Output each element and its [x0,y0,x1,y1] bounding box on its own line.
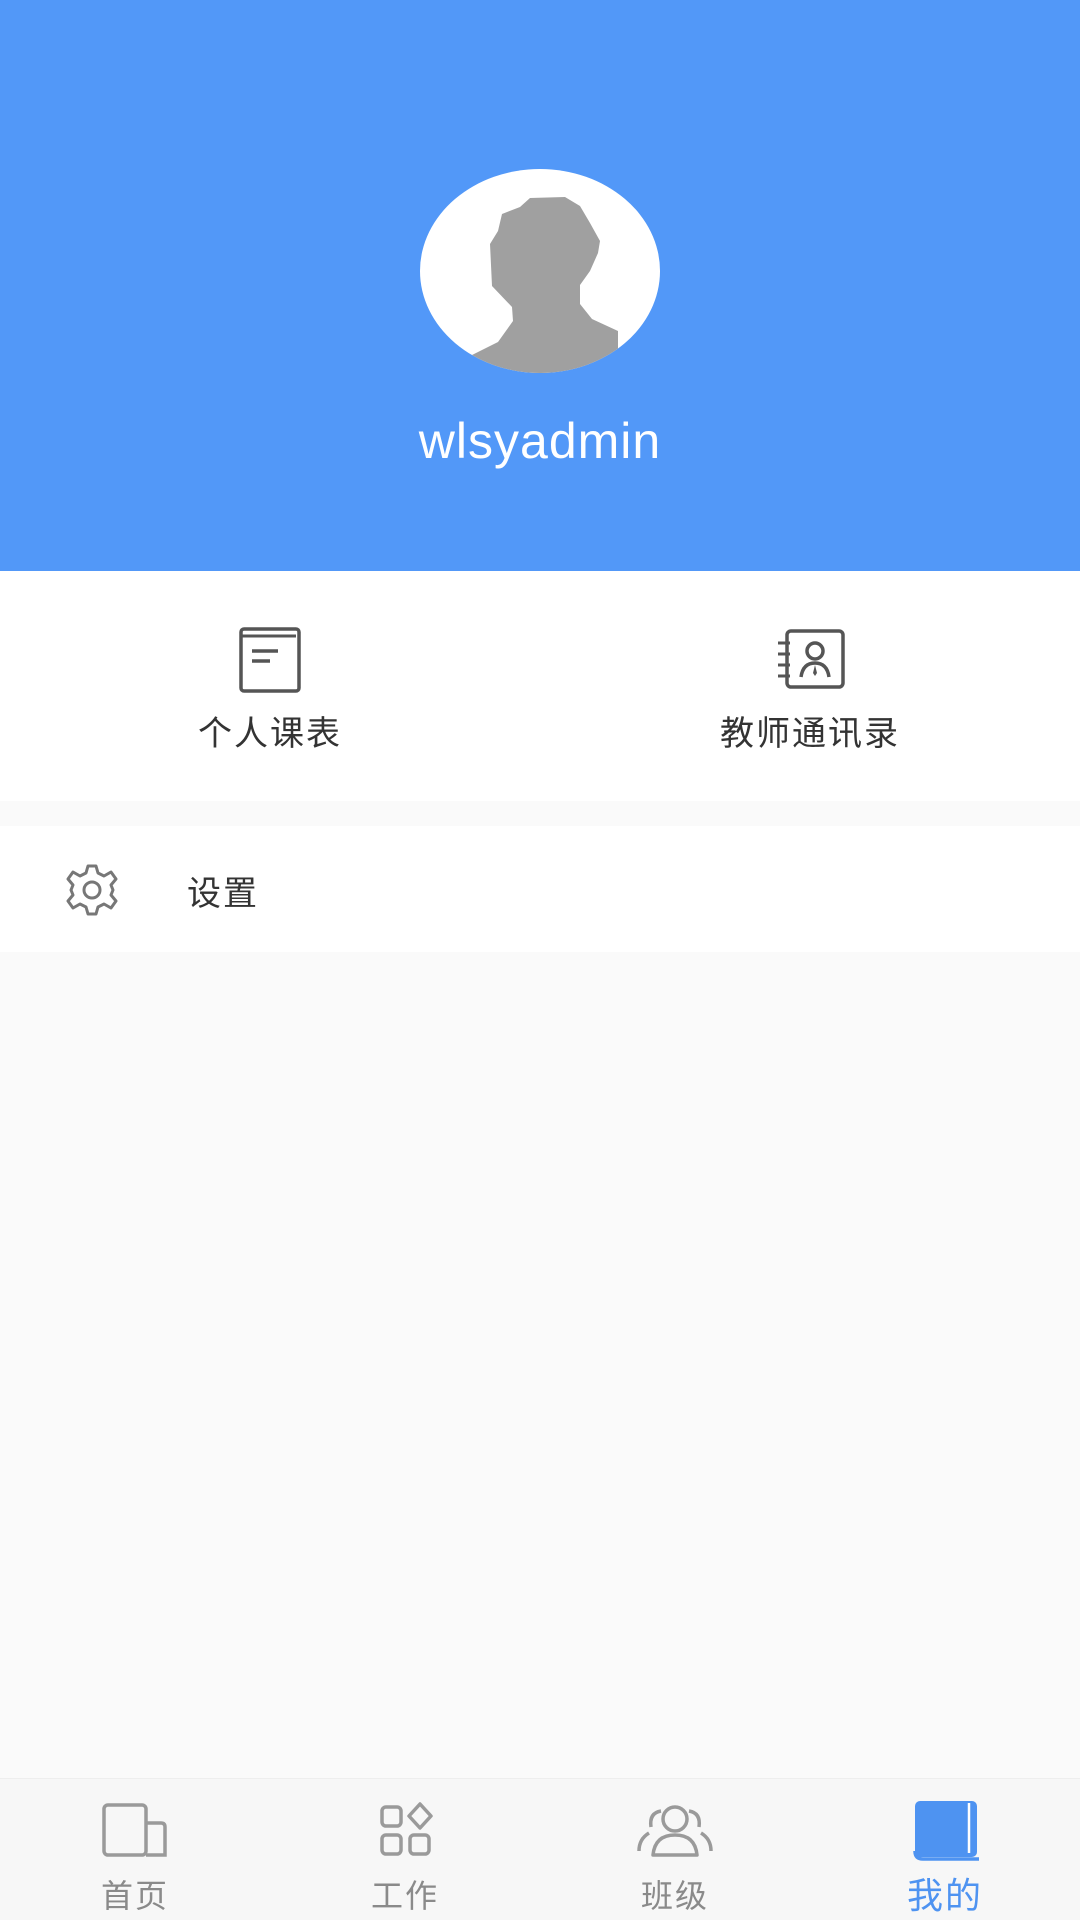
tab-label: 首页 [100,1877,169,1915]
quick-link-label: 个人课表 [198,714,342,754]
home-icon [95,1799,175,1863]
tab-label: 班级 [640,1877,709,1915]
default-avatar-icon [472,197,618,373]
bottom-tab-bar: 首页 工作 班级 我的 [0,1778,1080,1920]
quick-link-timetable[interactable]: 个人课表 [0,571,540,801]
tab-label: 我的 [906,1876,983,1917]
tab-class[interactable]: 班级 [540,1779,810,1920]
timetable-icon [230,621,310,701]
tab-label: 工作 [370,1877,439,1915]
tab-work[interactable]: 工作 [270,1779,540,1920]
quick-links: 个人课表 教师通讯录 [0,571,1080,801]
settings-row[interactable]: 设置 [0,826,1080,952]
quick-link-label: 教师通讯录 [720,714,900,754]
contacts-icon [770,621,850,701]
group-icon [635,1799,715,1863]
profile-header: wlsyadmin [0,0,1080,571]
profile-page: wlsyadmin 个人课表 教师通讯录 设置 首页 工作 班级 我的 [0,0,1080,1920]
tab-mine[interactable]: 我的 [810,1779,1080,1920]
book-icon [905,1799,985,1863]
username: wlsyadmin [418,413,662,469]
apps-icon [365,1799,445,1863]
tab-home[interactable]: 首页 [0,1779,270,1920]
gear-icon [62,860,122,920]
settings-label: 设置 [187,874,259,914]
avatar[interactable] [420,169,660,373]
quick-link-teacher-contacts[interactable]: 教师通讯录 [540,571,1080,801]
